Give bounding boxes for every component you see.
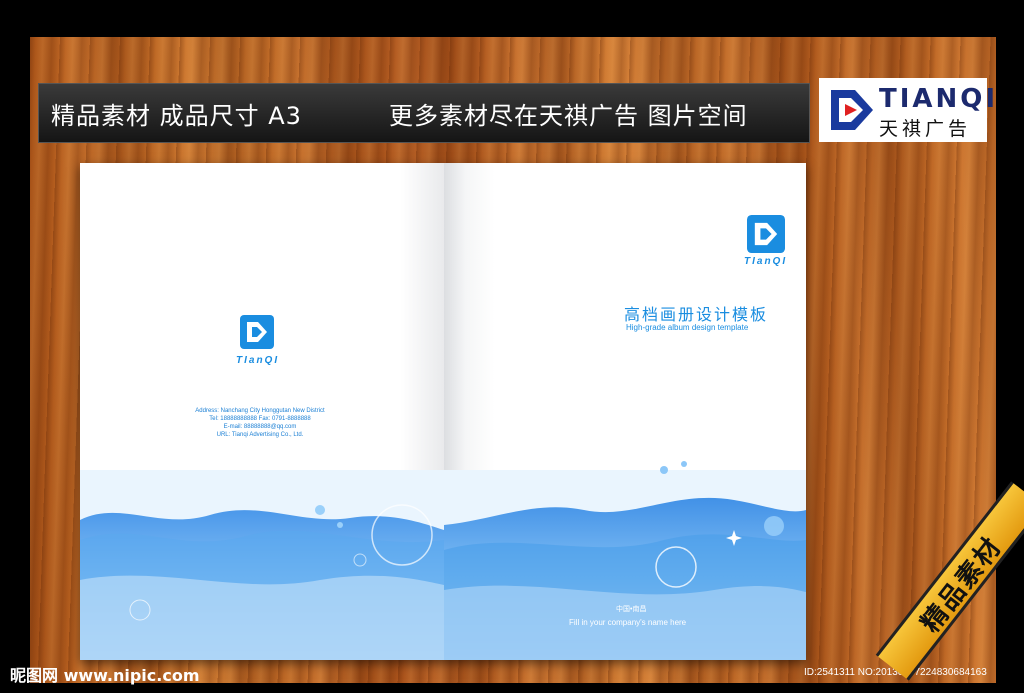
logo-wordmark: TIanQI (744, 256, 788, 267)
header-right-text: 更多素材尽在天祺广告 图片空间 (389, 102, 748, 130)
tianqi-logo-icon (831, 90, 873, 130)
cover-location: 中国•南昌 (616, 606, 647, 613)
tianqi-logo-icon (240, 315, 274, 349)
tianqi-logo-icon (747, 215, 785, 253)
site-watermark: 昵图网 www.nipic.com (10, 666, 200, 685)
cover-title-cn: 高档画册设计模板 (624, 305, 769, 324)
brand-name-en: TIANQI (879, 84, 999, 114)
contact-tel: Tel: 18888888888 Fax: 0791-8888888 (209, 416, 311, 422)
brochure-spread: TIanQI Address: Nanchang City Honggutan … (80, 163, 806, 660)
back-cover-page: TIanQI Address: Nanchang City Honggutan … (80, 163, 444, 660)
logo-wordmark: TIanQI (236, 355, 280, 366)
front-cover-page: TIanQI 高档画册设计模板 High-grade album design … (444, 163, 806, 660)
cover-company-placeholder: Fill in your company's name here (569, 618, 687, 627)
brand-name-cn: 天祺广告 (879, 118, 972, 140)
header-left-text: 精品素材 成品尺寸 A3 (51, 102, 302, 130)
header-banner: 精品素材 成品尺寸 A3 更多素材尽在天祺广告 图片空间 (38, 83, 810, 143)
contact-address: Address: Nanchang City Honggutan New Dis… (195, 408, 325, 414)
cover-title-en: High-grade album design template (626, 323, 749, 332)
water-wave-graphic (80, 470, 444, 660)
brand-logo-box: TIANQI 天祺广告 (819, 78, 995, 142)
